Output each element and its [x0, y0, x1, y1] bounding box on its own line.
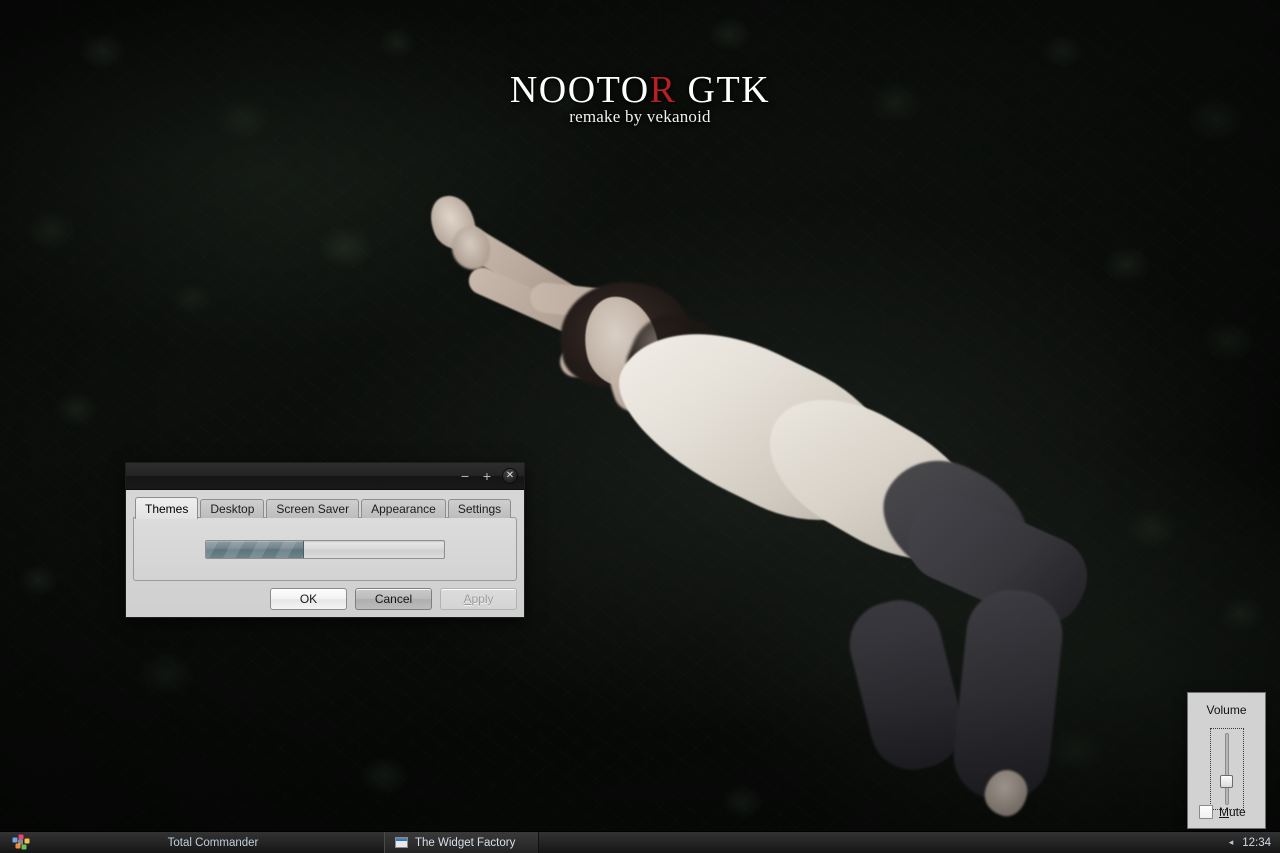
figure-foot	[981, 767, 1030, 820]
dialog-button-row: OK Cancel Apply	[270, 588, 517, 610]
figure-right-arm	[465, 263, 636, 359]
figure-torso	[745, 371, 1004, 590]
tab-appearance[interactable]: Appearance	[361, 499, 446, 518]
wallpaper-title-part1: NOOTO	[510, 69, 650, 111]
mute-label: Mute	[1219, 805, 1246, 819]
figure-left-hand	[422, 189, 484, 258]
figure-hips	[863, 439, 1047, 607]
figure-right-forearm	[559, 346, 681, 384]
taskbar-item-total-commander[interactable]: Total Commander	[42, 832, 384, 853]
progress-bar	[205, 540, 445, 559]
settings-dialog: − + ✕ Themes Desktop Screen Saver Appear…	[125, 462, 525, 618]
taskbar: Total Commander The Widget Factory ◂ 12:…	[0, 831, 1280, 853]
tab-panel-themes	[133, 517, 517, 581]
close-icon[interactable]: ✕	[502, 468, 518, 484]
apply-button[interactable]: Apply	[440, 588, 517, 610]
system-tray: ◂ 12:34	[1229, 832, 1280, 853]
minimize-icon[interactable]: −	[454, 467, 476, 486]
start-button[interactable]	[0, 832, 42, 853]
figure-left-arm	[429, 208, 599, 326]
figure-right-hand	[447, 222, 495, 274]
progress-bar-fill	[206, 541, 304, 558]
volume-slider-track[interactable]	[1225, 733, 1229, 805]
pinwheel-icon	[11, 834, 31, 852]
wallpaper-title: NOOTOR GTK	[0, 68, 1280, 112]
tab-settings[interactable]: Settings	[448, 499, 511, 518]
desktop-wallpaper	[0, 0, 1280, 853]
figure-right-leg	[949, 586, 1066, 805]
mute-checkbox[interactable]	[1199, 805, 1213, 819]
ivy-leaves-texture	[0, 0, 1280, 853]
volume-slider-thumb[interactable]	[1220, 775, 1233, 788]
wallpaper-figure-photo	[0, 0, 1280, 853]
tab-themes[interactable]: Themes	[135, 497, 198, 519]
apply-button-rest: pply	[472, 592, 494, 606]
dialog-titlebar[interactable]: − + ✕	[126, 463, 524, 490]
volume-title: Volume	[1188, 703, 1265, 717]
wallpaper-title-accent: R	[650, 69, 677, 111]
ivy-veins-texture	[0, 0, 1280, 853]
volume-popup: Volume Mute	[1187, 692, 1266, 829]
wallpaper-title-part2: GTK	[677, 69, 771, 111]
cancel-button[interactable]: Cancel	[355, 588, 432, 610]
volume-slider[interactable]	[1210, 728, 1244, 810]
figure-hair-strands	[618, 301, 748, 420]
taskbar-item-label: The Widget Factory	[415, 837, 515, 849]
apply-button-mnemonic: A	[463, 592, 471, 606]
figure-face	[576, 290, 666, 395]
figure-thigh	[895, 481, 1100, 637]
tray-expander-icon[interactable]: ◂	[1229, 838, 1234, 847]
figure-hair	[553, 273, 696, 395]
tab-desktop[interactable]: Desktop	[200, 499, 264, 518]
figure-left-leg	[841, 591, 971, 778]
taskbar-item-the-widget-factory[interactable]: The Widget Factory	[384, 832, 539, 853]
tray-clock[interactable]: 12:34	[1242, 837, 1271, 849]
desktop-screen: NOOTOR GTK remake by vekanoid − + ✕ Them…	[0, 0, 1280, 853]
mute-row[interactable]: Mute	[1199, 805, 1246, 819]
window-icon	[395, 837, 408, 848]
taskbar-item-label: Total Commander	[168, 837, 259, 849]
figure-neck	[606, 356, 665, 416]
mute-label-rest: ute	[1229, 805, 1246, 819]
wallpaper-vignette	[0, 0, 1280, 853]
tab-screen-saver[interactable]: Screen Saver	[266, 499, 359, 518]
dialog-tabstrip: Themes Desktop Screen Saver Appearance S…	[133, 496, 517, 518]
dialog-body: Themes Desktop Screen Saver Appearance S…	[126, 490, 524, 617]
ok-button[interactable]: OK	[270, 588, 347, 610]
wallpaper-subtitle: remake by vekanoid	[0, 107, 1280, 127]
figure-left-forearm	[529, 281, 661, 324]
mute-label-mnemonic: M	[1219, 805, 1229, 819]
figure-tank-top	[595, 296, 919, 553]
maximize-icon[interactable]: +	[476, 467, 498, 486]
